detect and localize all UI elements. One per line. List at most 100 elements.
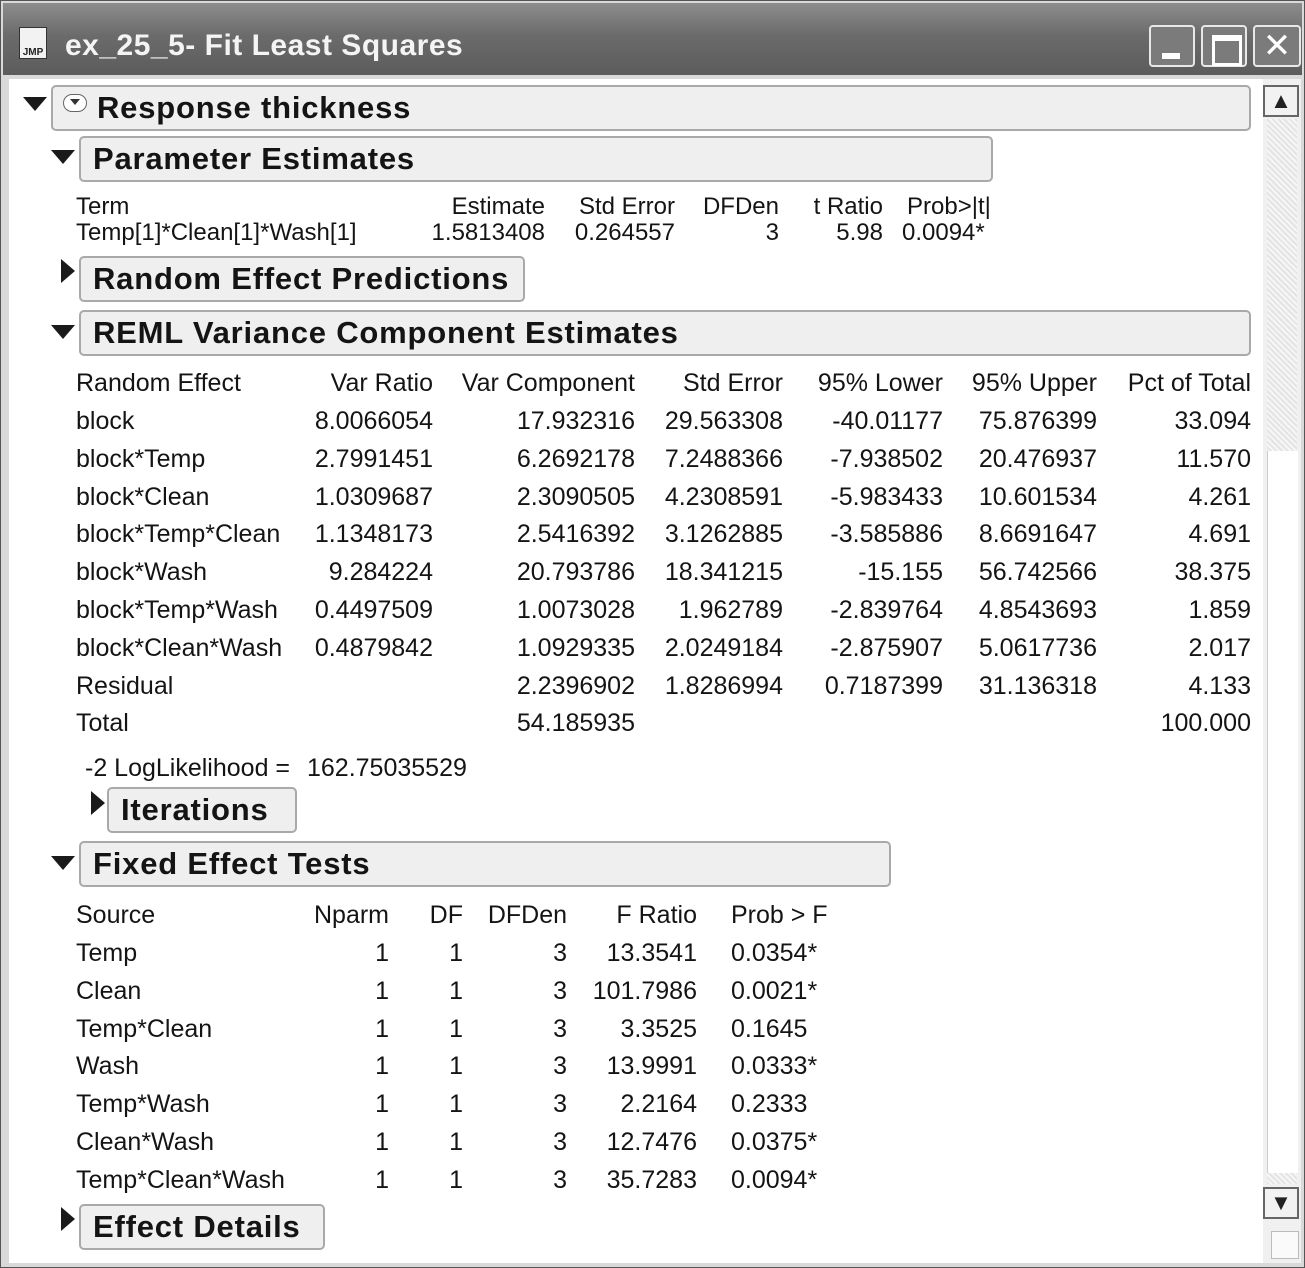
table-cell: 1 [449, 976, 463, 1005]
app-window: JMP ex_25_5- Fit Least Squares ✕ Respons… [0, 0, 1305, 1268]
table-cell: 4.8543693 [978, 596, 1097, 624]
table-cell: 1 [375, 1165, 389, 1194]
scroll-down-icon: ▼ [1270, 1190, 1292, 1215]
table-cell: block [76, 407, 135, 435]
table-cell: 1.0929335 [516, 633, 635, 662]
disclosure-open-icon[interactable] [51, 325, 75, 339]
maximize-button[interactable] [1201, 25, 1247, 67]
table-header: DFDen [702, 193, 779, 220]
table-cell: 9.284224 [328, 558, 433, 587]
table-cell: -7.938502 [830, 444, 943, 473]
disclosure-open-icon[interactable] [51, 856, 75, 870]
table-cell: 4.133 [1188, 671, 1251, 700]
table-cell: 17.932316 [516, 407, 635, 435]
table-cell: 2.0249184 [664, 633, 783, 662]
table-header: Random Effect [76, 369, 241, 397]
resize-grip[interactable] [1271, 1231, 1299, 1259]
table-cell: 101.7986 [592, 976, 697, 1005]
disclosure-open-icon[interactable] [23, 97, 47, 111]
iterations-title: Iterations [121, 792, 269, 827]
iterations-outline[interactable]: Iterations [107, 787, 297, 833]
table-cell: 5.0617736 [978, 633, 1097, 662]
table-cell: 8.0066054 [314, 407, 433, 435]
maximize-icon [1212, 35, 1242, 66]
table-cell: 29.563308 [664, 407, 783, 435]
table-cell: block*Wash [76, 558, 208, 587]
table-cell: Clean [76, 976, 142, 1005]
fixed-effect-tests-outline[interactable]: Fixed Effect Tests [79, 841, 891, 887]
minimize-button[interactable] [1149, 25, 1195, 67]
table-cell: 12.7476 [606, 1128, 697, 1156]
table-cell: 1 [375, 1014, 389, 1043]
table-cell: block*Clean [76, 482, 210, 511]
scroll-up-icon: ▲ [1270, 88, 1292, 113]
table-cell: 1 [449, 1052, 463, 1081]
close-button[interactable]: ✕ [1253, 25, 1301, 67]
window-title: ex_25_5- Fit Least Squares [65, 29, 464, 62]
disclosure-closed-icon[interactable] [61, 259, 75, 283]
table-cell: 2.5416392 [516, 520, 635, 549]
table-cell: block*Temp [76, 444, 206, 473]
table-cell: -5.983433 [830, 482, 943, 511]
table-cell: 0.264557 [574, 219, 675, 246]
table-cell: Temp [76, 939, 138, 967]
table-cell: 3 [765, 219, 779, 246]
disclosure-closed-icon[interactable] [61, 1207, 75, 1231]
table-cell: 54.185935 [516, 709, 635, 738]
disclosure-closed-icon[interactable] [91, 791, 105, 815]
table-header: F Ratio [616, 901, 697, 929]
table-cell: 5.98 [836, 219, 883, 246]
table-cell: 3 [553, 1090, 567, 1119]
table-cell: 3 [553, 939, 567, 967]
table-cell: 13.3541 [606, 939, 697, 967]
table-header: Std Error [578, 193, 675, 220]
scroll-down-button[interactable]: ▼ [1263, 1187, 1299, 1219]
table-cell: 0.0375* [731, 1128, 818, 1156]
table-cell: 0.4497509 [314, 596, 433, 624]
table-cell: 0.0094* [731, 1165, 818, 1194]
table-header: t Ratio [813, 193, 883, 220]
disclosure-open-icon[interactable] [51, 150, 75, 164]
table-cell: 3 [553, 1052, 567, 1081]
table-cell: 2.7991451 [314, 444, 433, 473]
red-triangle-menu-icon[interactable] [63, 94, 87, 112]
scroll-up-button[interactable]: ▲ [1263, 85, 1299, 117]
table-header: 95% Upper [971, 369, 1097, 397]
scrollbar-thumb[interactable] [1267, 451, 1298, 1173]
response-outline[interactable]: Response thickness [51, 85, 1251, 131]
parameter-estimates-outline[interactable]: Parameter Estimates [79, 136, 993, 182]
table-cell: 20.476937 [978, 444, 1097, 473]
table-cell: 1.859 [1188, 596, 1251, 624]
table-cell: block*Clean*Wash [76, 633, 283, 662]
table-cell: -2.875907 [830, 633, 943, 662]
title-bar: JMP ex_25_5- Fit Least Squares ✕ [3, 3, 1302, 75]
random-effect-predictions-outline[interactable]: Random Effect Predictions [79, 256, 525, 302]
table-cell: -15.155 [858, 558, 943, 587]
table-cell: 3 [553, 1014, 567, 1043]
effect-details-title: Effect Details [93, 1209, 301, 1244]
report-content: Response thickness Parameter Estimates T… [9, 79, 1263, 1263]
close-icon: ✕ [1262, 27, 1292, 65]
effect-details-outline[interactable]: Effect Details [79, 1204, 325, 1250]
table-cell: 1 [449, 1128, 463, 1156]
loglik-value: 162.75035529 [307, 754, 467, 782]
loglik-label: -2 LogLikelihood = [85, 754, 291, 782]
table-header: DFDen [487, 901, 567, 929]
table-cell: 11.570 [1176, 444, 1251, 473]
table-cell: 0.0021* [731, 976, 818, 1005]
random-effect-predictions-title: Random Effect Predictions [93, 261, 510, 296]
table-header: DF [429, 901, 463, 929]
table-cell: Total [76, 709, 129, 738]
reml-outline[interactable]: REML Variance Component Estimates [79, 310, 1251, 356]
table-cell: 1.1348173 [314, 520, 433, 549]
table-header: Nparm [313, 901, 389, 929]
table-cell: 3.1262885 [664, 520, 783, 549]
table-cell: 0.0333* [731, 1052, 818, 1081]
table-cell: 56.742566 [978, 558, 1097, 587]
table-cell: Temp*Clean [76, 1014, 213, 1043]
table-cell: 1 [449, 1014, 463, 1043]
table-cell: 0.0094* [902, 219, 985, 246]
table-cell: 1.8286994 [664, 671, 783, 700]
table-cell: 1.5813408 [431, 219, 545, 246]
table-cell: 1.0309687 [314, 482, 433, 511]
